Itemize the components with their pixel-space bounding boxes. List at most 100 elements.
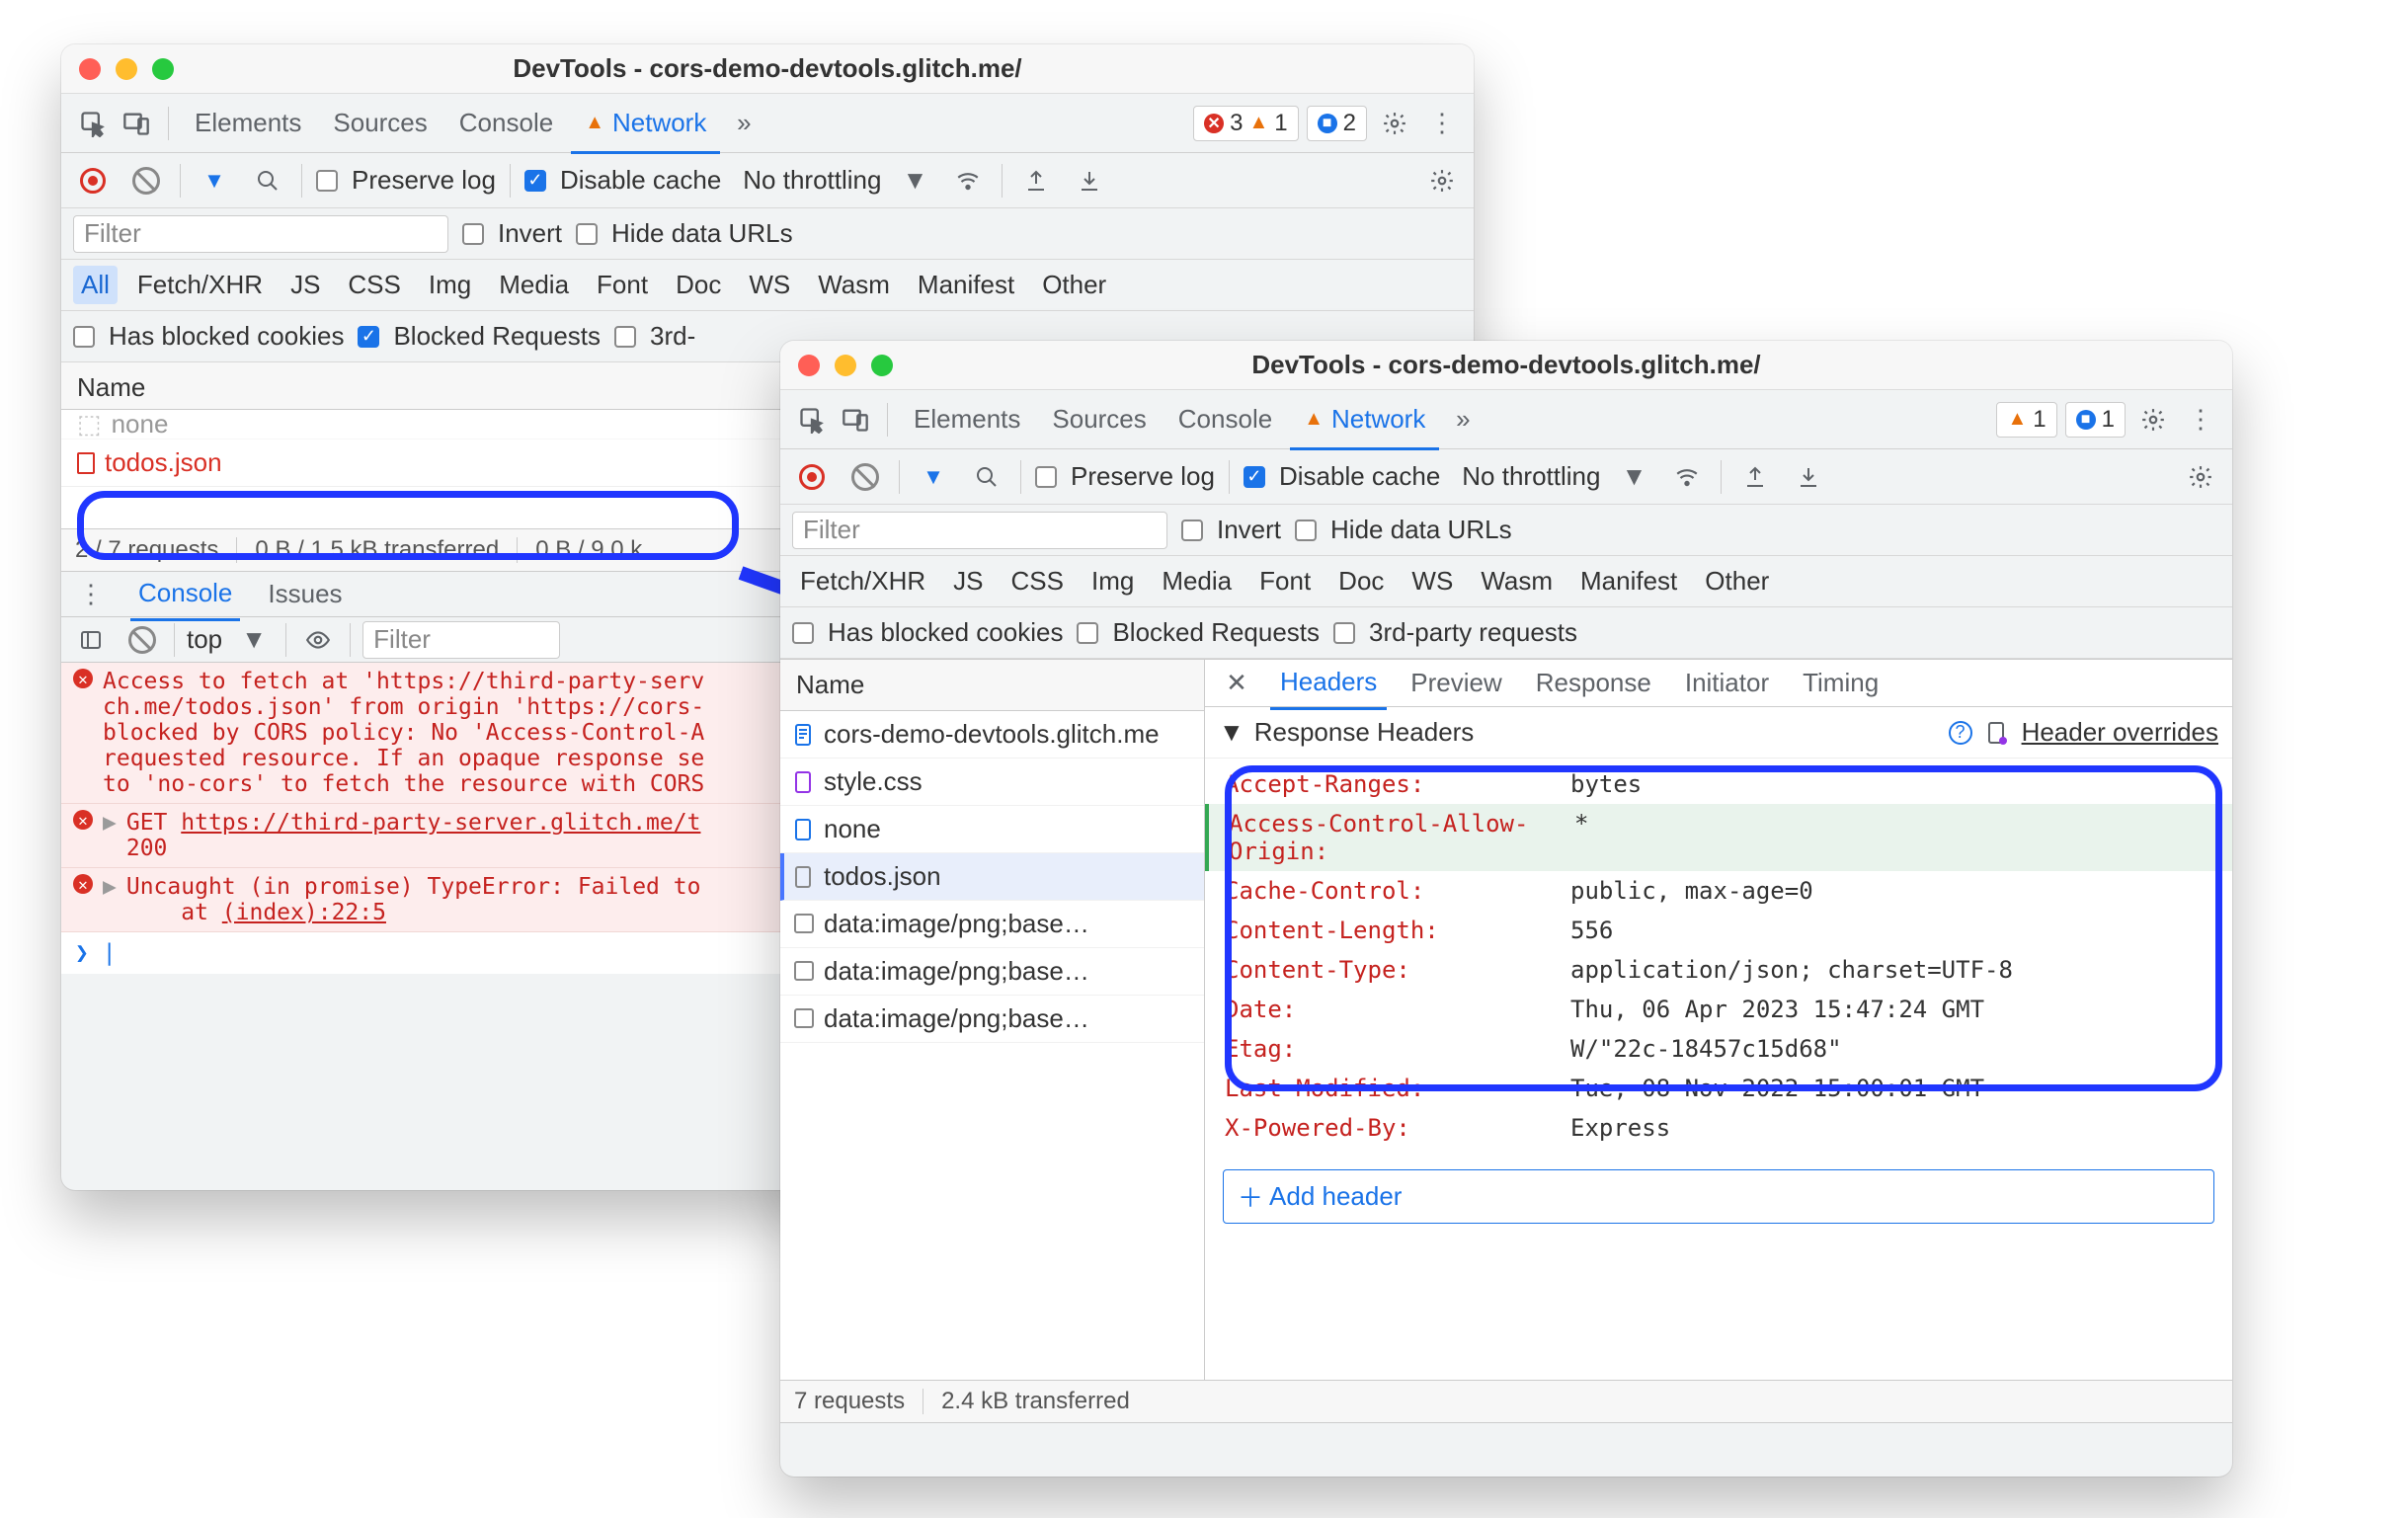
header-overrides-link[interactable]: Header overrides	[2022, 717, 2218, 748]
device-toggle-icon[interactable]	[117, 104, 156, 143]
record-button[interactable]	[792, 457, 832, 497]
col-name[interactable]: Name	[780, 660, 1204, 711]
minimize-dot[interactable]	[116, 58, 137, 80]
chip-font[interactable]: Font	[589, 266, 656, 304]
chip-all[interactable]: All	[73, 266, 118, 304]
disclosure-triangle-icon[interactable]: ▶	[103, 874, 117, 900]
filter-input[interactable]: Filter	[73, 215, 448, 253]
download-icon[interactable]	[1070, 161, 1109, 200]
search-icon[interactable]	[248, 161, 287, 200]
tab-sources[interactable]: Sources	[1038, 388, 1160, 450]
warning-counter[interactable]: ▲ 1	[1996, 402, 2056, 438]
upload-icon[interactable]	[1016, 161, 1056, 200]
settings-gear-icon[interactable]	[2181, 457, 2220, 497]
chip-wasm[interactable]: Wasm	[1473, 562, 1561, 600]
wifi-icon[interactable]	[1667, 457, 1707, 497]
chip-img[interactable]: Img	[421, 266, 479, 304]
kebab-menu-icon[interactable]: ⋮	[71, 575, 111, 614]
invert-checkbox[interactable]	[462, 223, 484, 245]
wifi-icon[interactable]	[948, 161, 988, 200]
close-dot[interactable]	[798, 355, 820, 376]
chip-media[interactable]: Media	[1154, 562, 1240, 600]
search-icon[interactable]	[967, 457, 1006, 497]
issues-counter[interactable]: ■ 2	[1307, 106, 1367, 141]
url-link[interactable]: https://third-party-server.glitch.me/t	[181, 810, 700, 836]
eye-icon[interactable]	[298, 620, 338, 660]
response-headers-section[interactable]: ▼ Response Headers ? Header overrides	[1205, 707, 2232, 759]
tab-headers[interactable]: Headers	[1270, 657, 1387, 710]
error-counter[interactable]: ✕ 3 ▲ 1	[1193, 106, 1299, 141]
header-row-added[interactable]: Access-Control-Allow-Origin: *	[1205, 804, 2232, 871]
download-icon[interactable]	[1789, 457, 1828, 497]
tab-network[interactable]: ▲ Network	[1290, 388, 1439, 450]
chip-fetch-xhr[interactable]: Fetch/XHR	[792, 562, 933, 600]
header-row[interactable]: Content-Length: 556	[1225, 911, 2212, 950]
chip-ws[interactable]: WS	[1404, 562, 1461, 600]
header-row[interactable]: Date: Thu, 06 Apr 2023 15:47:24 GMT	[1225, 990, 2212, 1029]
disclosure-triangle-icon[interactable]: ▶	[103, 810, 117, 836]
settings-gear-icon[interactable]	[1375, 104, 1414, 143]
context-select[interactable]: top	[187, 624, 222, 655]
disable-cache-checkbox[interactable]	[524, 170, 546, 192]
kebab-menu-icon[interactable]: ⋮	[1422, 104, 1462, 143]
chip-doc[interactable]: Doc	[668, 266, 729, 304]
throttling-chevron-icon[interactable]: ▼	[1614, 457, 1653, 497]
chip-other[interactable]: Other	[1034, 266, 1114, 304]
settings-gear-icon[interactable]	[2133, 400, 2173, 439]
upload-icon[interactable]	[1735, 457, 1775, 497]
help-icon[interactable]: ?	[1949, 721, 1972, 745]
throttling-select[interactable]: No throttling	[743, 165, 881, 196]
disable-cache-checkbox[interactable]	[1244, 466, 1265, 488]
blocked-requests-checkbox[interactable]	[358, 326, 379, 348]
filter-funnel-icon[interactable]: ▼	[195, 161, 234, 200]
chip-img[interactable]: Img	[1084, 562, 1142, 600]
blocked-cookies-checkbox[interactable]	[792, 622, 814, 644]
throttling-select[interactable]: No throttling	[1462, 461, 1600, 492]
chip-media[interactable]: Media	[491, 266, 577, 304]
zoom-dot[interactable]	[152, 58, 174, 80]
file-row[interactable]: data:image/png;base…	[780, 996, 1204, 1043]
preserve-log-checkbox[interactable]	[1035, 466, 1057, 488]
chip-fetch-xhr[interactable]: Fetch/XHR	[129, 266, 271, 304]
tab-console[interactable]: Console	[445, 92, 567, 154]
file-row[interactable]: none	[780, 806, 1204, 853]
inspect-icon[interactable]	[73, 104, 113, 143]
record-button[interactable]	[73, 161, 113, 200]
settings-gear-icon[interactable]	[1422, 161, 1462, 200]
chip-js[interactable]: JS	[282, 266, 328, 304]
header-row[interactable]: Etag: W/"22c-18457c15d68"	[1225, 1029, 2212, 1069]
invert-checkbox[interactable]	[1181, 519, 1203, 541]
header-row[interactable]: X-Powered-By: Express	[1225, 1108, 2212, 1148]
more-tabs-chevron-icon[interactable]: »	[1443, 400, 1483, 439]
issues-counter[interactable]: ■ 1	[2065, 402, 2126, 438]
zoom-dot[interactable]	[871, 355, 893, 376]
blocked-requests-checkbox[interactable]	[1077, 622, 1098, 644]
chip-other[interactable]: Other	[1697, 562, 1777, 600]
tab-elements[interactable]: Elements	[900, 388, 1034, 450]
header-row[interactable]: Last-Modified: Tue, 08 Nov 2022 15:00:01…	[1225, 1069, 2212, 1108]
tab-network[interactable]: ▲ Network	[571, 92, 720, 154]
close-detail-icon[interactable]: ✕	[1217, 664, 1256, 703]
header-row[interactable]: Cache-Control: public, max-age=0	[1225, 871, 2212, 911]
tab-console[interactable]: Console	[1164, 388, 1286, 450]
device-toggle-icon[interactable]	[836, 400, 875, 439]
add-header-button[interactable]: ＋ Add header	[1223, 1169, 2214, 1224]
file-row[interactable]: style.css	[780, 759, 1204, 806]
file-row[interactable]: data:image/png;base…	[780, 901, 1204, 948]
tab-console[interactable]: Console	[130, 568, 240, 621]
header-row[interactable]: Content-Type: application/json; charset=…	[1225, 950, 2212, 990]
tab-timing[interactable]: Timing	[1793, 658, 1888, 708]
tab-response[interactable]: Response	[1526, 658, 1661, 708]
chip-ws[interactable]: WS	[741, 266, 798, 304]
tab-preview[interactable]: Preview	[1401, 658, 1511, 708]
tab-sources[interactable]: Sources	[319, 92, 441, 154]
sidebar-toggle-icon[interactable]	[71, 620, 111, 660]
chip-css[interactable]: CSS	[1003, 562, 1072, 600]
chip-wasm[interactable]: Wasm	[810, 266, 898, 304]
clear-button[interactable]	[126, 161, 166, 200]
chip-font[interactable]: Font	[1251, 562, 1319, 600]
source-link[interactable]: (index):22:5	[222, 900, 386, 925]
kebab-menu-icon[interactable]: ⋮	[2181, 400, 2220, 439]
throttling-chevron-icon[interactable]: ▼	[895, 161, 934, 200]
inspect-icon[interactable]	[792, 400, 832, 439]
